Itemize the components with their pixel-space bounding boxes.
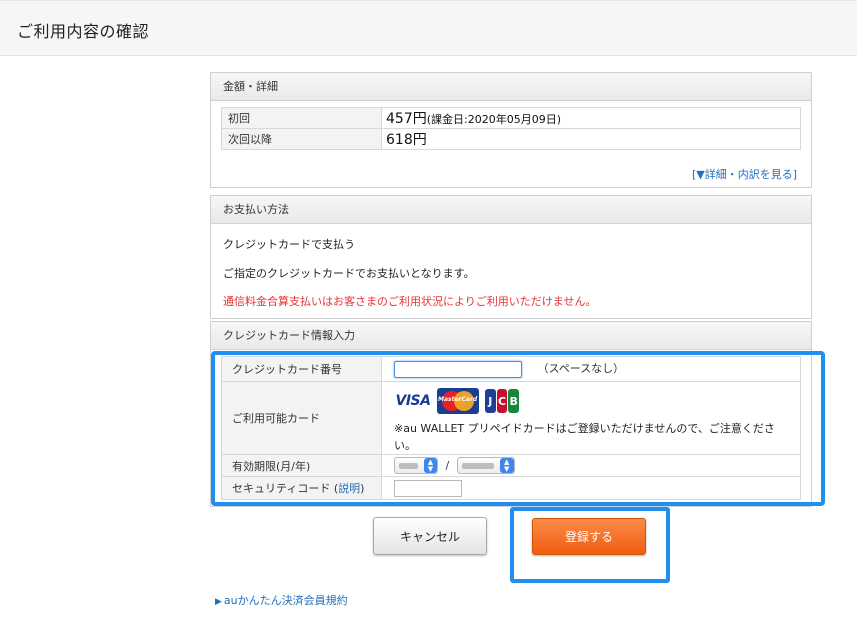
payment-method-panel: お支払い方法 クレジットカードで支払う ご指定のクレジットカードでお支払いとなり… bbox=[210, 195, 812, 319]
table-row: 初回 457円(課金日:2020年05月09日) bbox=[221, 107, 801, 129]
payment-method-text: クレジットカードで支払う bbox=[223, 238, 355, 251]
credit-card-panel: クレジットカード情報入力 クレジットカード番号 （スペースなし） ご利用可能カー… bbox=[210, 321, 812, 507]
au-wallet-note: ※au WALLET プリペイドカードはご登録いただけませんので、ご注意ください… bbox=[394, 422, 775, 452]
table-row: 有効期限(月/年) ▲ ▼ / ▲ ▼ bbox=[221, 454, 801, 477]
cancel-button[interactable]: キャンセル bbox=[373, 517, 487, 555]
page-title: ご利用内容の確認 bbox=[17, 22, 150, 41]
billing-date-note: (課金日:2020年05月09日) bbox=[426, 113, 562, 126]
terms-link[interactable]: ▶ auかんたん決済会員規約 bbox=[215, 592, 348, 608]
detail-breakdown-link[interactable]: [▼詳細・内訳を見る] bbox=[692, 166, 797, 182]
card-number-label: クレジットカード番号 bbox=[221, 356, 382, 382]
expiry-cell: ▲ ▼ / ▲ ▼ bbox=[381, 454, 801, 477]
expiry-separator: / bbox=[445, 458, 450, 472]
page-header: ご利用内容の確認 bbox=[0, 0, 857, 56]
jcb-logo-icon: JCB bbox=[484, 388, 520, 414]
next-payment-price: 618円 bbox=[386, 132, 427, 148]
amount-panel-heading: 金額・詳細 bbox=[211, 73, 811, 101]
mastercard-logo-icon: MasterCard bbox=[437, 388, 479, 414]
table-row: ご利用可能カード VISA MasterCard JCB ※au WALLET … bbox=[221, 381, 801, 455]
payment-warning: 通信料金合算支払いはお客さまのご利用状況によりご利用いただけません。 bbox=[223, 295, 597, 308]
card-number-cell: （スペースなし） bbox=[381, 356, 801, 382]
visa-logo-icon: VISA bbox=[394, 388, 432, 414]
table-row: セキュリティコード (説明) bbox=[221, 476, 801, 500]
terms-link-label: auかんたん決済会員規約 bbox=[223, 594, 348, 607]
next-payment-value: 618円 bbox=[381, 128, 801, 150]
card-panel-heading: クレジットカード情報入力 bbox=[211, 322, 811, 350]
available-cards-label: ご利用可能カード bbox=[221, 381, 382, 455]
payment-panel-heading: お支払い方法 bbox=[211, 196, 811, 224]
card-number-hint: （スペースなし） bbox=[537, 362, 625, 376]
security-code-explain-link[interactable]: 説明 bbox=[338, 482, 360, 495]
chevron-updown-icon: ▲ ▼ bbox=[499, 458, 514, 473]
first-payment-price: 457円 bbox=[386, 111, 427, 127]
first-payment-value: 457円(課金日:2020年05月09日) bbox=[381, 107, 801, 129]
payment-description: ご指定のクレジットカードでお支払いとなります。 bbox=[223, 267, 475, 280]
chevron-updown-icon: ▲ ▼ bbox=[423, 458, 437, 473]
amount-table: 初回 457円(課金日:2020年05月09日) 次回以降 618円 bbox=[221, 107, 801, 150]
table-row: 次回以降 618円 bbox=[221, 128, 801, 150]
expiry-year-select[interactable]: ▲ ▼ bbox=[456, 457, 515, 474]
card-brand-logos: VISA MasterCard JCB bbox=[394, 388, 800, 414]
first-payment-label: 初回 bbox=[221, 107, 382, 129]
table-row: クレジットカード番号 （スペースなし） bbox=[221, 356, 801, 382]
expiry-month-select[interactable]: ▲ ▼ bbox=[394, 457, 438, 474]
available-cards-cell: VISA MasterCard JCB ※au WALLET プリペイドカードは… bbox=[381, 381, 801, 455]
card-number-input[interactable] bbox=[394, 360, 522, 378]
amount-panel: 金額・詳細 初回 457円(課金日:2020年05月09日) 次回以降 618円… bbox=[210, 72, 812, 188]
security-code-label: セキュリティコード (説明) bbox=[221, 476, 382, 500]
security-code-input[interactable] bbox=[394, 479, 462, 497]
card-form-table: クレジットカード番号 （スペースなし） ご利用可能カード VISA Master… bbox=[221, 356, 801, 500]
expiry-label: 有効期限(月/年) bbox=[221, 454, 382, 477]
register-button[interactable]: 登録する bbox=[532, 518, 646, 555]
triangle-right-icon: ▶ bbox=[215, 597, 222, 607]
next-payment-label: 次回以降 bbox=[221, 128, 382, 150]
security-code-cell bbox=[381, 476, 801, 500]
